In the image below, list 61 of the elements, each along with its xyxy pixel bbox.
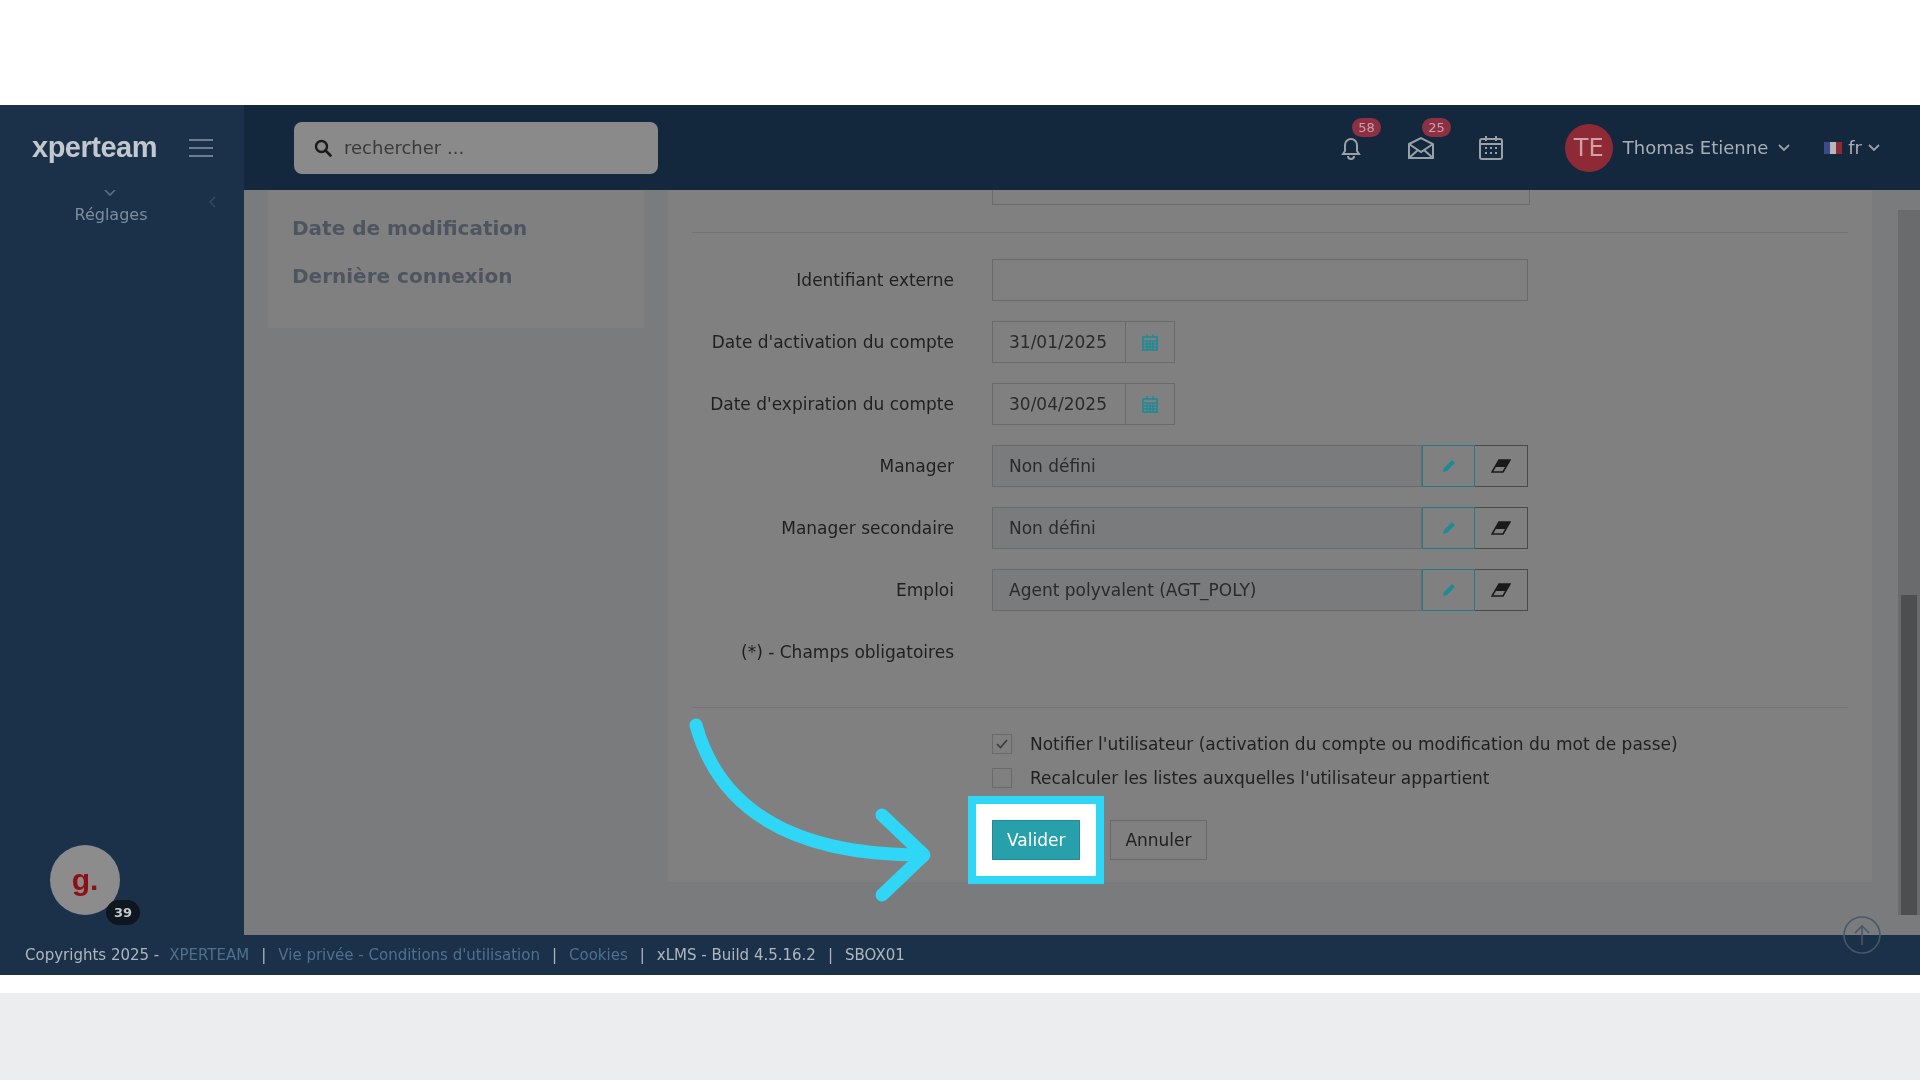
user-menu[interactable]: TE Thomas Etienne [1564, 123, 1791, 172]
eraser-icon [1491, 459, 1511, 473]
calendar-icon [1142, 395, 1158, 413]
required-note: (*) - Champs obligatoires [740, 642, 954, 662]
footer-link[interactable]: Vie privée - Conditions d'utilisation [278, 946, 540, 964]
pencil-icon [1440, 520, 1457, 536]
field-label: Date d'activation du compte [710, 332, 954, 352]
scroll-top-icon[interactable] [1842, 915, 1882, 955]
eraser-icon [1491, 583, 1511, 597]
clear-button[interactable] [1475, 569, 1528, 611]
count-badge: 39 [105, 900, 140, 925]
logo[interactable]: xperteam [32, 131, 157, 164]
field-label: Identifiant externe [795, 270, 954, 290]
envelope-icon[interactable] [1406, 135, 1435, 160]
search-icon [314, 138, 332, 157]
check-icon [996, 739, 1008, 749]
field-label: Manager [878, 456, 954, 476]
search-field[interactable]: rechercher ... [294, 121, 658, 174]
field-label: Emploi [895, 580, 954, 600]
select-field[interactable]: Non défini [992, 445, 1422, 487]
message-count: 25 [1422, 117, 1451, 137]
clear-button[interactable] [1475, 507, 1528, 549]
footer-text: SBOX01 [845, 946, 905, 964]
calendar-button[interactable] [1126, 383, 1175, 425]
pencil-icon [1440, 458, 1457, 474]
flag-icon [1824, 141, 1843, 154]
user-avatar: TE [1564, 123, 1613, 172]
footer-text: xLMS - Build 4.5.16.2 [656, 946, 816, 964]
field-label: Date d'expiration du compte [709, 394, 954, 414]
checkbox-option[interactable]: Notifier l'utilisateur (activation du compte ou modification du mot de passe) [992, 734, 1848, 754]
separator: | [261, 946, 267, 964]
footer-text: Copyrights 2025 - [25, 946, 160, 964]
scrollbar[interactable] [1898, 190, 1920, 935]
separator: | [827, 946, 833, 964]
cancel-button[interactable]: Annuler [1110, 820, 1207, 860]
select-field[interactable]: Agent polyvalent (AGT_POLY) [992, 569, 1422, 611]
select-field[interactable]: Non défini [992, 507, 1422, 549]
sidebar-item[interactable]: Réglages [74, 205, 148, 224]
checkbox[interactable] [992, 734, 1012, 754]
text-field[interactable] [992, 190, 1530, 205]
footer-link[interactable]: Cookies [569, 946, 628, 964]
chevron-down-icon [1868, 143, 1880, 152]
menu-icon[interactable] [188, 138, 213, 157]
calendar-icon[interactable] [1477, 134, 1504, 161]
calendar-icon [1142, 333, 1158, 351]
footer-link[interactable]: XPERTEAM [169, 946, 250, 964]
chevron-down-icon [1778, 143, 1791, 152]
pencil-icon [1440, 582, 1457, 598]
separator: | [551, 946, 558, 964]
separator: | [639, 946, 645, 964]
chevron-left-icon[interactable] [208, 196, 216, 208]
date-field[interactable]: 31/01/2025 [992, 321, 1126, 363]
eraser-icon [1491, 521, 1511, 535]
language-selector[interactable]: fr [1824, 137, 1880, 158]
calendar-button[interactable] [1126, 321, 1175, 363]
date-field[interactable]: 30/04/2025 [992, 383, 1126, 425]
field-label: Manager secondaire [780, 518, 954, 538]
notification-count: 58 [1352, 117, 1381, 137]
checkbox-option[interactable]: Recalculer les listes auxquelles l'utilisateur appartient [992, 768, 1848, 788]
chevron-down-icon [104, 190, 116, 197]
clear-button[interactable] [1475, 445, 1528, 487]
